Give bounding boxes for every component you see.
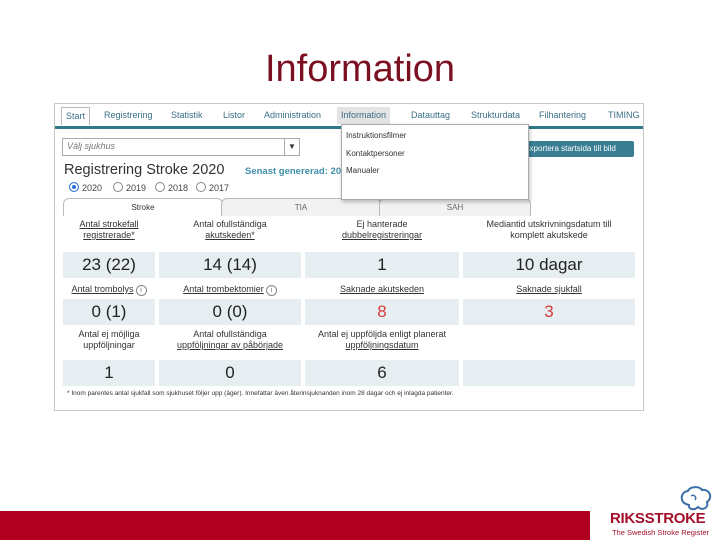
nav-start[interactable]: Start (61, 107, 91, 125)
stat-value-thrombectomy: 0 (0) (159, 299, 301, 325)
slide-title: Information (264, 48, 456, 90)
footnote: * Inom parentes antal sjukfall som sjukh… (67, 390, 454, 397)
information-dropdown: Instruktionsfilmer Kontaktpersoner Manua… (341, 124, 529, 200)
stat-label-median-time: Mediantid utskrivningsdatum till komplett… (486, 219, 612, 240)
stat-value-not-followed: 6 (305, 360, 459, 386)
stat-label-incomplete-acute[interactable]: Antal ofullständiga akutskeden* (159, 219, 301, 241)
stat-label-duplicates[interactable]: Ej hanterade dubbelregistreringar (305, 219, 459, 241)
menu-item-instruktionsfilmer[interactable]: Instruktionsfilmer (346, 131, 406, 140)
stat-label-missing-acute[interactable]: Saknade akutskeden (305, 284, 459, 295)
nav-administration[interactable]: Administration (264, 107, 321, 124)
info-icon[interactable]: i (135, 285, 147, 296)
stat-label-not-followed[interactable]: Antal ej uppföljda enligt planerat uppföl… (305, 329, 459, 351)
hospital-select-placeholder: Välj sjukhus (67, 141, 116, 151)
tab-tia[interactable]: TIA (221, 198, 381, 216)
stat-label-impossible-followups: Antal ej möjliga uppföljningar (78, 329, 140, 350)
hospital-select[interactable]: Välj sjukhus ▼ (62, 138, 300, 156)
year-option-2020[interactable]: 2020 (69, 182, 102, 193)
stat-value-thrombolysis: 0 (1) (63, 299, 155, 325)
menu-item-manualer[interactable]: Manualer (346, 166, 379, 175)
nav-listor[interactable]: Listor (223, 107, 245, 124)
tab-bar: Stroke TIA SAH (63, 198, 639, 216)
stat-value-missing-cases: 3 (463, 299, 635, 325)
footer-bar (0, 511, 590, 540)
stat-value-median-time: 10 dagar (463, 252, 635, 278)
stat-value-incomplete-followups: 0 (159, 360, 301, 386)
stat-value-empty (463, 360, 635, 386)
riksstroke-logo: RIKSSTROKE The Swedish Stroke Register (606, 484, 720, 540)
logo-subtitle: The Swedish Stroke Register (612, 528, 710, 537)
tab-sah[interactable]: SAH (379, 198, 531, 216)
nav-statistik[interactable]: Statistik (171, 107, 203, 124)
nav-strukturdata[interactable]: Strukturdata (471, 107, 520, 124)
year-option-2018[interactable]: 2018 (155, 182, 188, 193)
nav-filhantering[interactable]: Filhantering (539, 107, 586, 124)
stat-value-missing-acute: 8 (305, 299, 459, 325)
app-screenshot: Start Registrering Statistik Listor Admi… (54, 103, 644, 411)
chevron-down-icon[interactable]: ▼ (284, 139, 299, 155)
stat-value-impossible-followups: 1 (63, 360, 155, 386)
tab-stroke[interactable]: Stroke (63, 198, 223, 216)
generated-timestamp: Senast genererad: 20 (245, 166, 342, 177)
stat-value-registered: 23 (22) (63, 252, 155, 278)
radio-icon[interactable] (155, 182, 165, 192)
nav-datauttag[interactable]: Datauttag (411, 107, 450, 124)
radio-icon[interactable] (113, 182, 123, 192)
stat-label-thrombolysis[interactable]: Antal trombolys i (63, 284, 155, 296)
stat-value-incomplete-acute: 14 (14) (159, 252, 301, 278)
menu-item-kontaktpersoner[interactable]: Kontaktpersoner (346, 149, 405, 158)
logo-name: RIKSSTROKE (610, 510, 706, 527)
stat-label-registered[interactable]: Antal strokefall registrerade* (63, 219, 155, 241)
year-option-2017[interactable]: 2017 (196, 182, 229, 193)
nav-information[interactable]: Information (337, 107, 391, 124)
stat-value-duplicates: 1 (305, 252, 459, 278)
page-title: Registrering Stroke 2020 (64, 162, 225, 178)
stat-label-incomplete-followups[interactable]: Antal ofullständiga uppföljningar av påbö… (159, 329, 301, 351)
stat-label-thrombectomy[interactable]: Antal trombektomier i (159, 284, 301, 296)
stat-label-missing-cases[interactable]: Saknade sjukfall (463, 284, 635, 295)
radio-selected-icon[interactable] (69, 182, 79, 192)
year-option-2019[interactable]: 2019 (113, 182, 146, 193)
info-icon[interactable]: i (265, 285, 277, 296)
nav-timing[interactable]: TIMING (608, 107, 640, 124)
radio-icon[interactable] (196, 182, 206, 192)
nav-registrering[interactable]: Registrering (104, 107, 153, 124)
